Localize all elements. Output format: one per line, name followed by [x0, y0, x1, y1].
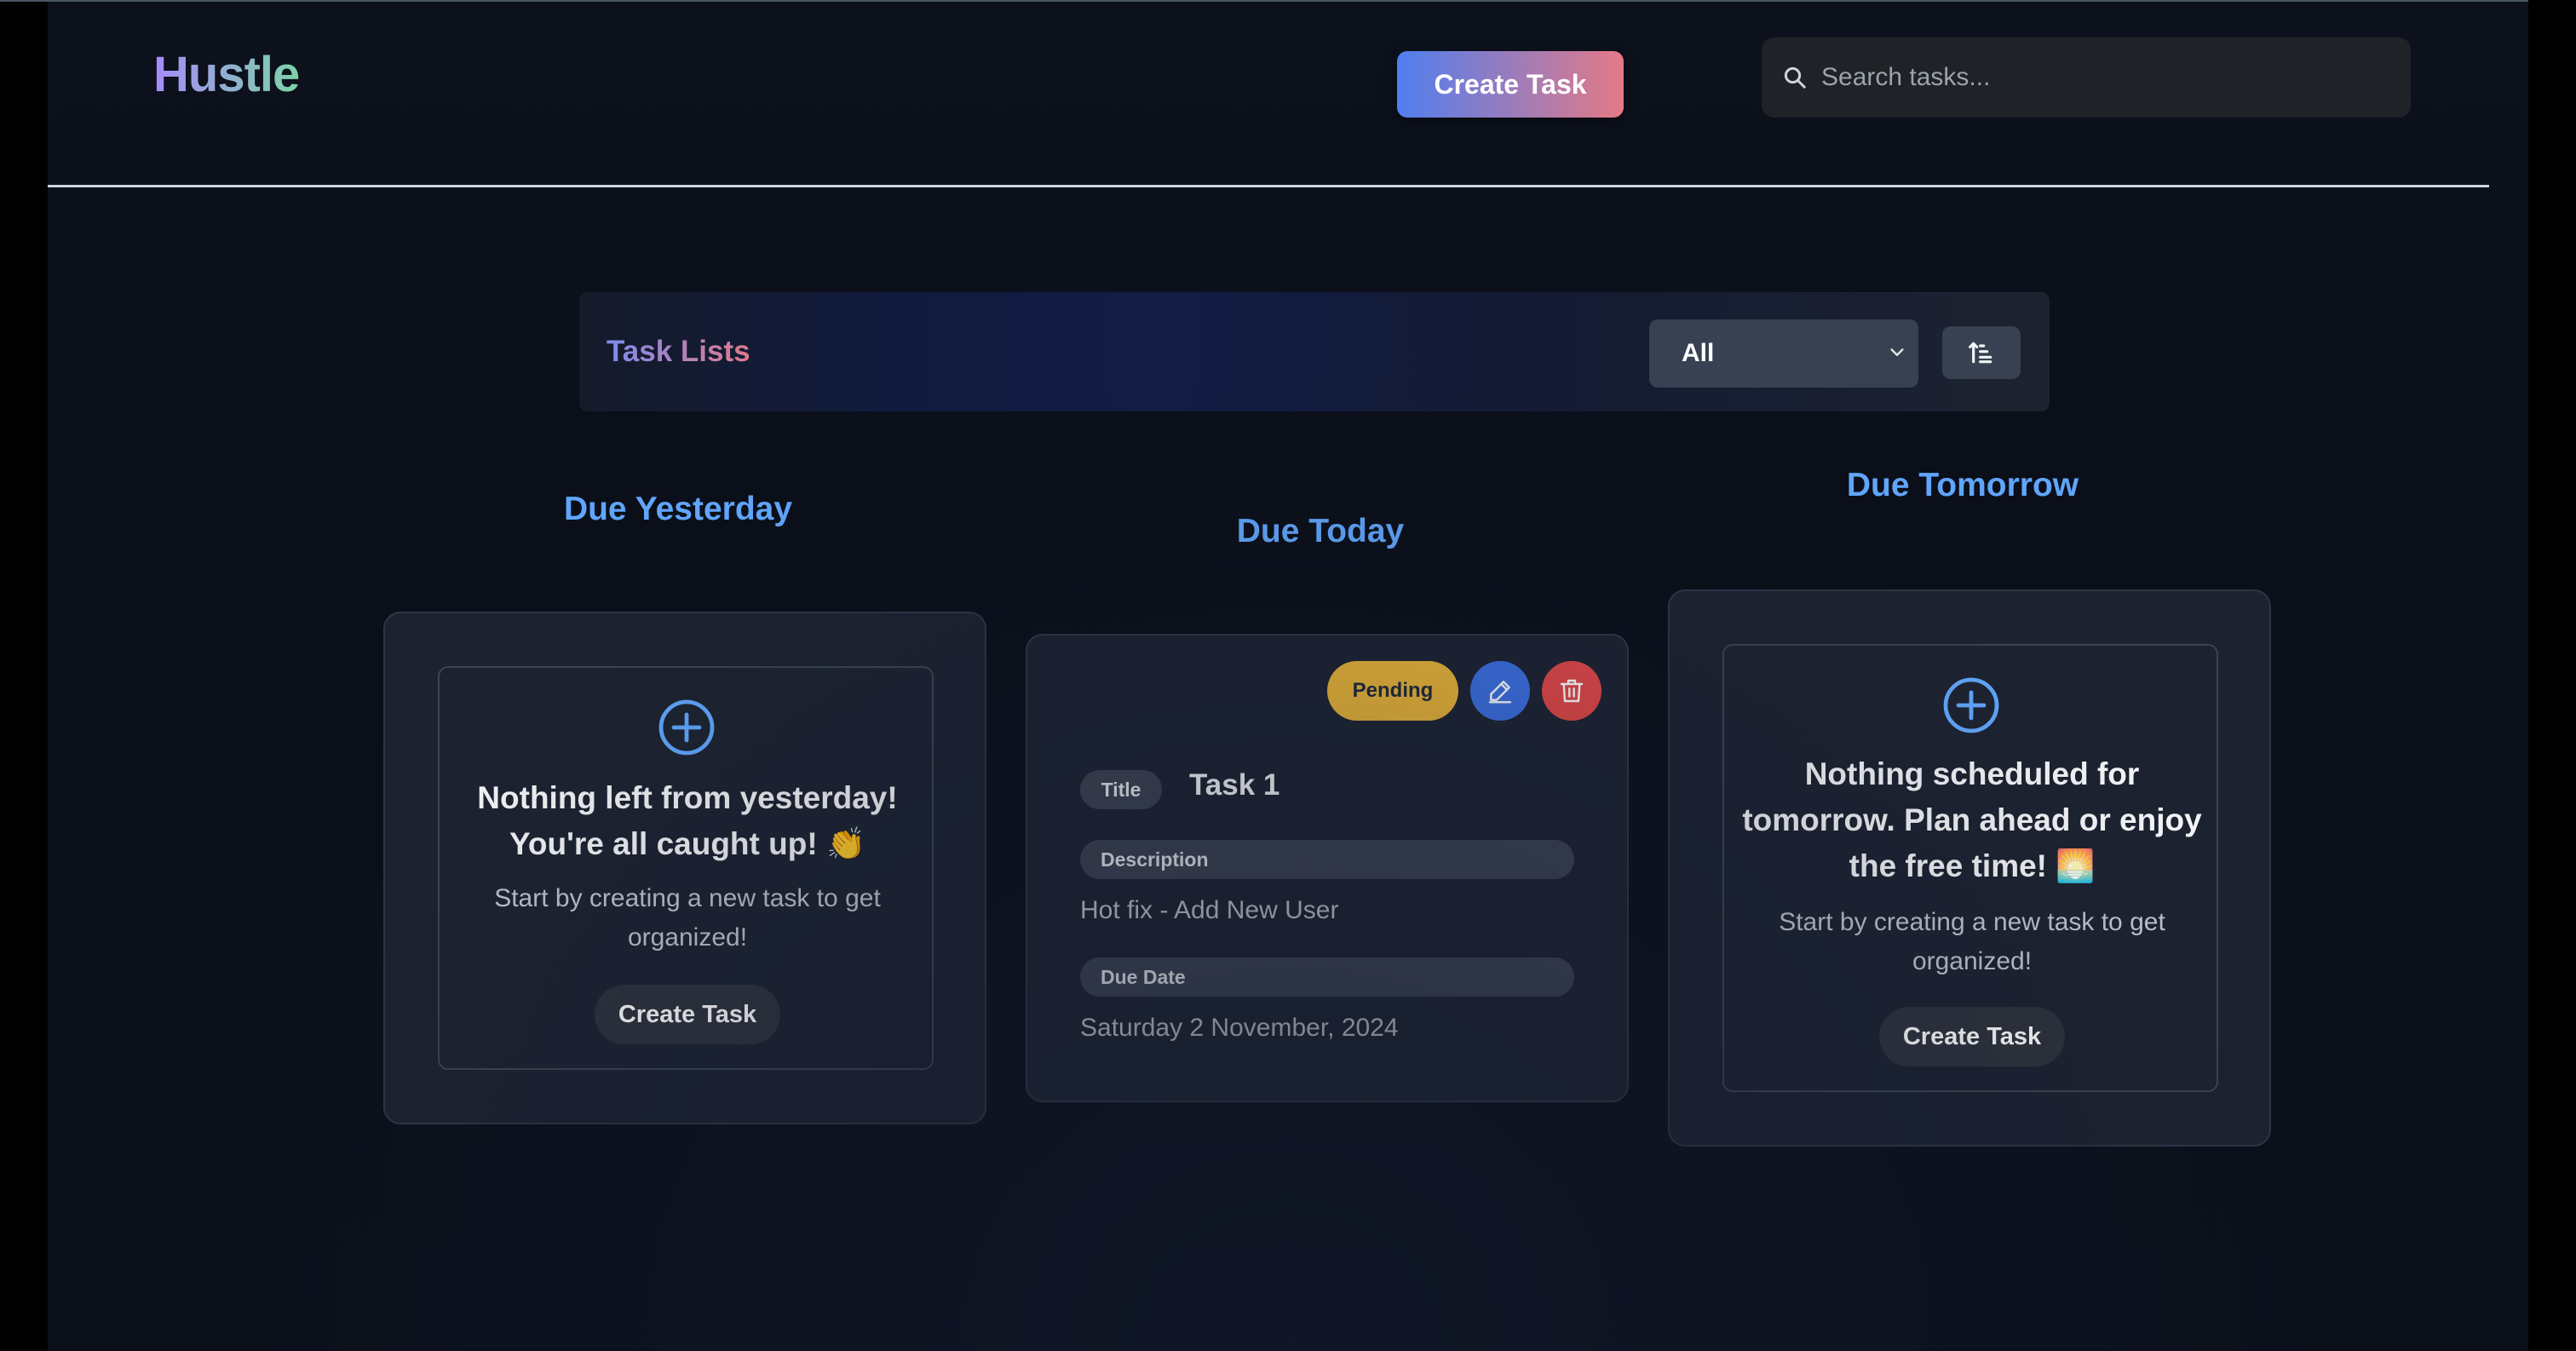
status-filter-select[interactable]: All [1649, 319, 1918, 388]
empty-subtitle-yesterday: Start by creating a new task to get orga… [494, 884, 881, 951]
sort-button[interactable] [1942, 326, 2021, 379]
search-box[interactable] [1762, 37, 2411, 118]
column-card-yesterday: Nothing left from yesterday! You're all … [383, 612, 986, 1124]
delete-task-button[interactable] [1542, 661, 1601, 721]
column-card-tomorrow: Nothing scheduled for tomorrow. Plan ahe… [1668, 589, 2271, 1147]
task-description: Hot fix - Add New User [1080, 896, 1339, 924]
search-input[interactable] [1821, 37, 2392, 118]
empty-title-tomorrow: Nothing scheduled for tomorrow. Plan ahe… [1742, 756, 2202, 883]
app-root: Hustle Create Task Task Lists All [48, 2, 2528, 1351]
column-title-today: Due Today [1236, 513, 1405, 549]
status-filter-value: All [1682, 339, 1715, 367]
empty-title-yesterday: Nothing left from yesterday! You're all … [477, 780, 898, 861]
task-card[interactable]: Pending Title Task 1 Description Hot fix… [1026, 634, 1629, 1102]
edit-task-button[interactable] [1470, 661, 1530, 721]
task-due-date: Saturday 2 November, 2024 [1080, 1014, 1399, 1042]
trash-icon [1560, 679, 1584, 703]
sort-ascending-icon [1969, 342, 1992, 364]
add-circle-icon[interactable] [656, 697, 717, 758]
header: Hustle Create Task [48, 2, 2528, 187]
create-task-button[interactable]: Create Task [1397, 51, 1624, 118]
create-task-button-tomorrow[interactable]: Create Task [1879, 1007, 2065, 1066]
task-title: Task 1 [1189, 768, 1280, 802]
due-date-label: Due Date [1080, 957, 1574, 997]
create-task-button-yesterday[interactable]: Create Task [595, 985, 780, 1044]
task-lists-bar: Task Lists All [579, 292, 2050, 411]
empty-subtitle-tomorrow: Start by creating a new task to get orga… [1779, 908, 2165, 975]
pencil-icon [1488, 681, 1512, 704]
column-title-yesterday: Due Yesterday [563, 491, 793, 527]
empty-state-yesterday: Nothing left from yesterday! You're all … [438, 666, 934, 1070]
description-label: Description [1080, 840, 1574, 879]
task-lists-title: Task Lists [607, 335, 750, 368]
empty-state-tomorrow: Nothing scheduled for tomorrow. Plan ahe… [1722, 644, 2218, 1092]
title-label: Title [1080, 770, 1162, 809]
chevron-down-icon [1890, 348, 1904, 356]
status-badge: Pending [1327, 661, 1458, 721]
header-divider [48, 185, 2489, 187]
add-circle-icon[interactable] [1941, 675, 2002, 736]
search-icon [1784, 66, 1806, 89]
column-title-tomorrow: Due Tomorrow [1846, 467, 2079, 503]
app-logo[interactable]: Hustle [153, 46, 300, 103]
